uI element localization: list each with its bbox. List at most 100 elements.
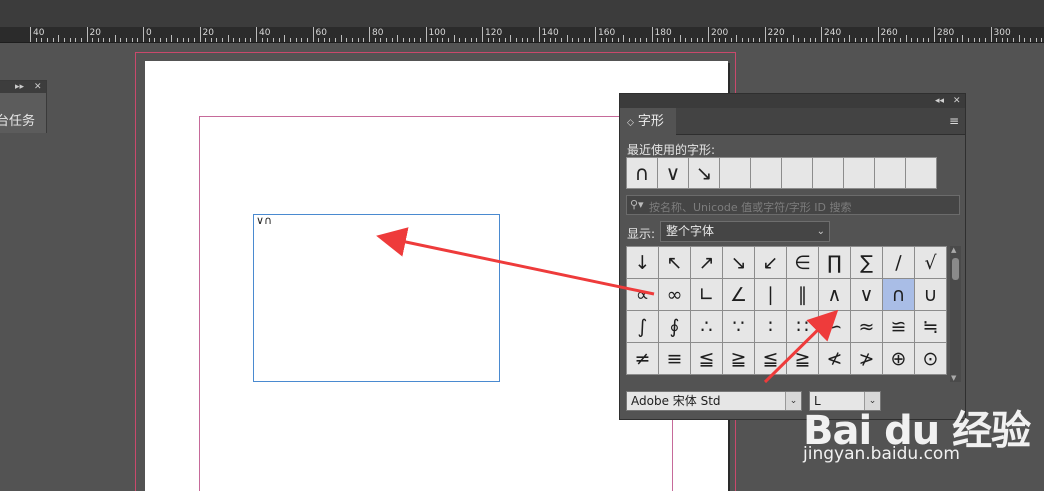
glyph-cell[interactable]: ∽ — [818, 310, 851, 343]
ruler-tick — [595, 27, 596, 42]
recent-glyph-cell[interactable] — [719, 157, 751, 189]
recent-glyph-cell[interactable] — [874, 157, 906, 189]
glyph-cell[interactable]: ∨ — [850, 278, 883, 311]
font-family-select[interactable]: Adobe 宋体 Std ⌄ — [626, 391, 802, 411]
glyph-cell[interactable]: ≦ — [690, 342, 723, 375]
glyph-cell[interactable]: ∮ — [658, 310, 691, 343]
glyph-cell[interactable]: √ — [914, 246, 947, 279]
collapse-panel-icon[interactable]: ▸▸ — [15, 81, 24, 93]
tab-glyphs[interactable]: ◇ 字形 — [620, 108, 676, 135]
close-panel-icon[interactable]: ✕ — [34, 81, 42, 93]
ruler-tick — [222, 38, 224, 42]
ruler-tick — [572, 38, 574, 42]
glyph-cell[interactable]: ∵ — [722, 310, 755, 343]
ruler-label: 140 — [541, 28, 559, 38]
recent-glyph-cell[interactable] — [781, 157, 813, 189]
glyph-cell[interactable]: ≠ — [626, 342, 659, 375]
search-icon[interactable]: ⚲▾ — [630, 198, 644, 211]
recent-glyph-cell[interactable] — [905, 157, 937, 189]
text-frame[interactable]: ∨∩ — [253, 214, 500, 382]
glyph-cell[interactable]: ∩ — [882, 278, 915, 311]
glyph-cell[interactable]: ∫ — [626, 310, 659, 343]
glyph-cell[interactable]: ≌ — [882, 310, 915, 343]
ruler-tick — [967, 38, 969, 42]
glyph-cell[interactable]: ∥ — [786, 278, 819, 311]
tasks-panel-text[interactable]: 台任务 — [0, 110, 35, 129]
scroll-down-icon[interactable]: ▼ — [951, 374, 956, 382]
glyph-cell[interactable]: ∝ — [626, 278, 659, 311]
glyph-cell[interactable]: ∏ — [818, 246, 851, 279]
ruler-tick — [611, 38, 613, 42]
recent-glyph-cell[interactable]: ∨ — [657, 157, 689, 189]
collapse-panel-icon[interactable]: ◂◂ — [935, 94, 944, 108]
ruler-tick — [645, 38, 647, 42]
glyph-cell[interactable]: ≧ — [722, 342, 755, 375]
glyph-cell[interactable]: ∕ — [882, 246, 915, 279]
glyph-cell[interactable]: ∑ — [850, 246, 883, 279]
glyph-cell[interactable]: ∪ — [914, 278, 947, 311]
glyph-cell[interactable]: ↙ — [754, 246, 787, 279]
scrollbar-thumb[interactable] — [952, 258, 959, 280]
ruler-tick — [312, 27, 314, 42]
glyph-cell[interactable]: ≦ — [754, 342, 787, 375]
glyph-cell[interactable]: ∣ — [754, 278, 787, 311]
glyph-cell[interactable]: ≈ — [850, 310, 883, 343]
glyph-search-input[interactable]: ⚲▾ 按名称、Unicode 值或字符/字形 ID 搜索 — [626, 195, 960, 215]
glyph-cell[interactable]: ≮ — [818, 342, 851, 375]
glyph-cell[interactable]: ≯ — [850, 342, 883, 375]
ruler-label: 40 — [33, 28, 45, 38]
recent-glyph-cell[interactable] — [843, 157, 875, 189]
ruler-tick — [171, 35, 173, 42]
ruler-tick — [600, 38, 602, 42]
glyph-cell[interactable]: ⊕ — [882, 342, 915, 375]
glyph-cell[interactable]: ↓ — [626, 246, 659, 279]
ruler-tick — [436, 38, 438, 42]
glyph-grid-scrollbar[interactable]: ▲ ▼ — [950, 246, 961, 382]
recent-glyph-cell[interactable]: ∩ — [626, 157, 658, 189]
close-panel-icon[interactable]: ✕ — [953, 94, 961, 108]
glyph-cell[interactable]: ∧ — [818, 278, 851, 311]
show-select[interactable]: 整个字体 ⌄ — [660, 221, 830, 242]
ruler-tick — [199, 27, 201, 42]
recent-glyph-cell[interactable]: ↘ — [688, 157, 720, 189]
glyph-cell[interactable]: ∴ — [690, 310, 723, 343]
ruler-tick — [385, 38, 387, 42]
ruler-tick — [239, 38, 241, 42]
glyph-cell[interactable]: ∶ — [754, 310, 787, 343]
ruler-tick — [589, 38, 591, 42]
glyph-cell[interactable]: ≒ — [914, 310, 947, 343]
glyph-cell[interactable]: ↖ — [658, 246, 691, 279]
ruler-label: 20 — [202, 28, 214, 38]
ruler-tick — [301, 38, 303, 42]
ruler-tick — [414, 38, 416, 42]
glyph-cell[interactable]: ∟ — [690, 278, 723, 311]
ruler-tick — [487, 38, 489, 42]
glyph-cell[interactable]: ≡ — [658, 342, 691, 375]
glyph-cell[interactable]: ∷ — [786, 310, 819, 343]
ruler-tick — [713, 38, 715, 42]
glyph-cell[interactable]: ↘ — [722, 246, 755, 279]
frame-text[interactable]: ∨∩ — [256, 214, 272, 227]
recent-glyph-cell[interactable] — [750, 157, 782, 189]
glyph-cell[interactable]: ∠ — [722, 278, 755, 311]
application-bar — [0, 0, 1044, 27]
glyph-cell[interactable]: ∈ — [786, 246, 819, 279]
ruler-tick — [544, 38, 546, 42]
panel-menu-icon[interactable]: ≡ — [949, 115, 959, 127]
glyph-cell[interactable]: ↗ — [690, 246, 723, 279]
glyph-cell[interactable]: ⊙ — [914, 342, 947, 375]
glyph-cell[interactable]: ≧ — [786, 342, 819, 375]
recent-glyph-cell[interactable] — [812, 157, 844, 189]
ruler-tick — [284, 35, 286, 42]
ruler-tick — [137, 38, 139, 42]
ruler-tick — [730, 38, 732, 42]
ruler-tick — [69, 38, 71, 42]
ruler-tick — [984, 38, 986, 42]
ruler-tick — [668, 38, 670, 42]
scroll-up-icon[interactable]: ▲ — [951, 246, 956, 254]
ruler-tick — [900, 38, 902, 42]
ruler-label: 60 — [315, 28, 327, 38]
glyph-cell[interactable]: ∞ — [658, 278, 691, 311]
ruler-tick — [41, 38, 43, 42]
horizontal-ruler[interactable]: 40 20 0 20 40 60 80 100 120 140 160 180 200 220 240 260… — [0, 27, 1044, 43]
